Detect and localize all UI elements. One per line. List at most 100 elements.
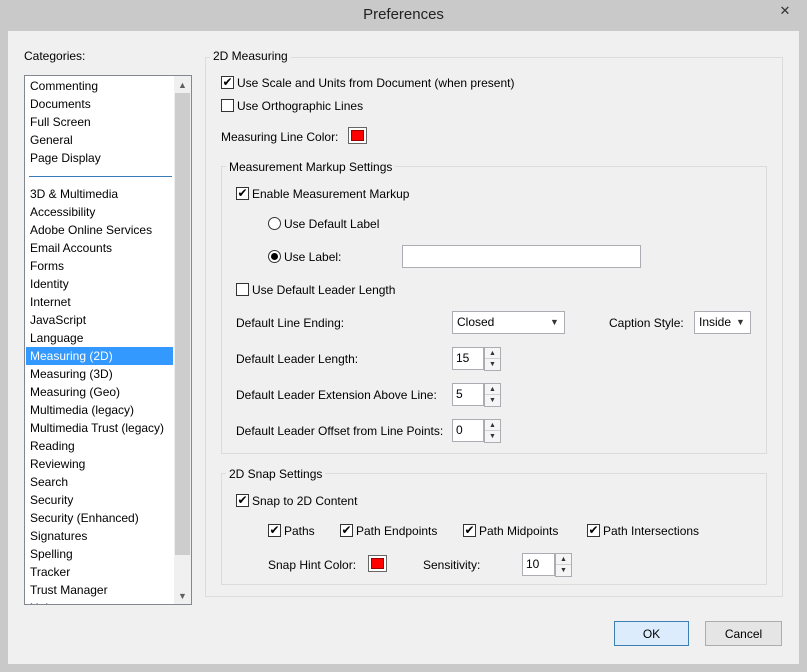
check-icon: ✔ (237, 493, 248, 507)
window-title: Preferences (363, 6, 444, 23)
hint-color-fill (371, 558, 384, 569)
use-ortho-label: Use Orthographic Lines (237, 99, 364, 113)
category-item[interactable]: Reading (26, 437, 173, 455)
category-item[interactable]: Commenting (26, 77, 173, 95)
label-input[interactable] (402, 245, 641, 268)
scroll-down-icon[interactable]: ▼ (174, 587, 191, 604)
category-item[interactable]: Forms (26, 257, 173, 275)
category-item[interactable]: Measuring (2D) (26, 347, 173, 365)
category-item[interactable]: Signatures (26, 527, 173, 545)
caption-style-select[interactable]: Inside ▼ (694, 311, 751, 334)
check-icon: ✔ (464, 523, 475, 537)
default-label-radio[interactable] (268, 217, 281, 230)
spin-down-icon[interactable]: ▼ (485, 359, 500, 370)
categories-list[interactable]: Commenting Documents Full Screen General Pag… (24, 75, 192, 605)
check-icon: ✔ (341, 523, 352, 537)
use-label-option: Use Label: (284, 250, 342, 264)
snap-checkbox[interactable]: ✔ (236, 494, 249, 507)
category-item[interactable]: Internet (26, 293, 173, 311)
sensitivity-input[interactable]: 10 (522, 553, 555, 576)
use-ortho-checkbox[interactable] (221, 99, 234, 112)
hint-color-label: Snap Hint Color: (268, 558, 357, 572)
line-ending-label: Default Line Ending: (236, 316, 345, 330)
cancel-button[interactable]: Cancel (705, 621, 782, 646)
leader-ext-label: Default Leader Extension Above Line: (236, 388, 437, 402)
endpoints-label: Path Endpoints (356, 524, 438, 538)
caption-style-value: Inside (699, 315, 732, 329)
category-item[interactable]: Email Accounts (26, 239, 173, 257)
leader-length-spinner[interactable]: ▲ ▼ (484, 347, 501, 371)
category-item[interactable]: Reviewing (26, 455, 173, 473)
default-label-option: Use Default Label (284, 217, 380, 231)
spin-up-icon[interactable]: ▲ (556, 554, 571, 565)
use-scale-label: Use Scale and Units from Document (when … (237, 76, 515, 90)
sensitivity-label: Sensitivity: (423, 558, 481, 572)
check-icon: ✔ (222, 75, 233, 89)
line-color-swatch[interactable] (348, 127, 367, 144)
sensitivity-spinner[interactable]: ▲ ▼ (555, 553, 572, 577)
measuring-group-title: 2D Measuring (210, 49, 291, 63)
leader-offset-spinner[interactable]: ▲ ▼ (484, 419, 501, 443)
midpoints-label: Path Midpoints (479, 524, 559, 538)
leader-length-checkbox-label: Use Default Leader Length (252, 283, 396, 297)
enable-markup-checkbox[interactable]: ✔ (236, 187, 249, 200)
category-item[interactable]: Language (26, 329, 173, 347)
markup-group (221, 166, 767, 454)
close-icon[interactable]: ✕ (780, 3, 791, 19)
line-ending-value: Closed (457, 315, 495, 329)
chevron-down-icon[interactable]: ▼ (547, 314, 562, 331)
category-item[interactable]: Tracker (26, 563, 173, 581)
line-ending-select[interactable]: Closed ▼ (452, 311, 565, 334)
category-item[interactable]: Spelling (26, 545, 173, 563)
caption-style-label: Caption Style: (609, 316, 684, 330)
paths-checkbox[interactable]: ✔ (268, 524, 281, 537)
category-item[interactable]: Accessibility (26, 203, 173, 221)
category-item[interactable]: Identity (26, 275, 173, 293)
category-item[interactable]: Measuring (Geo) (26, 383, 173, 401)
category-item[interactable]: Search (26, 473, 173, 491)
category-item[interactable]: 3D & Multimedia (26, 185, 173, 203)
category-item[interactable]: Multimedia Trust (legacy) (26, 419, 173, 437)
midpoints-checkbox[interactable]: ✔ (463, 524, 476, 537)
scrollbar-thumb[interactable] (175, 93, 190, 555)
category-item[interactable]: Page Display (26, 149, 173, 167)
category-item[interactable]: General (26, 131, 173, 149)
category-item[interactable]: Full Screen (26, 113, 173, 131)
spin-up-icon[interactable]: ▲ (485, 348, 500, 359)
list-separator (29, 176, 172, 177)
ok-button[interactable]: OK (614, 621, 689, 646)
category-item[interactable]: Documents (26, 95, 173, 113)
leader-length-checkbox[interactable] (236, 283, 249, 296)
snap-label: Snap to 2D Content (252, 494, 358, 508)
category-item[interactable]: Units (26, 599, 173, 604)
leader-ext-input[interactable]: 5 (452, 383, 484, 406)
check-icon: ✔ (269, 523, 280, 537)
scroll-up-icon[interactable]: ▲ (174, 76, 191, 93)
category-item[interactable]: Security (Enhanced) (26, 509, 173, 527)
intersections-label: Path Intersections (603, 524, 700, 538)
category-item[interactable]: Multimedia (legacy) (26, 401, 173, 419)
chevron-down-icon[interactable]: ▼ (733, 314, 748, 331)
categories-scrollbar[interactable]: ▲ ▼ (174, 76, 191, 604)
check-icon: ✔ (588, 523, 599, 537)
leader-offset-input[interactable]: 0 (452, 419, 484, 442)
endpoints-checkbox[interactable]: ✔ (340, 524, 353, 537)
category-item[interactable]: Measuring (3D) (26, 365, 173, 383)
spin-up-icon[interactable]: ▲ (485, 384, 500, 395)
use-scale-checkbox[interactable]: ✔ (221, 76, 234, 89)
category-item[interactable]: JavaScript (26, 311, 173, 329)
leader-length-input[interactable]: 15 (452, 347, 484, 370)
leader-ext-spinner[interactable]: ▲ ▼ (484, 383, 501, 407)
intersections-checkbox[interactable]: ✔ (587, 524, 600, 537)
category-item[interactable]: Adobe Online Services (26, 221, 173, 239)
spin-down-icon[interactable]: ▼ (556, 565, 571, 576)
use-label-radio[interactable] (268, 250, 281, 263)
hint-color-swatch[interactable] (368, 555, 387, 572)
spin-down-icon[interactable]: ▼ (485, 431, 500, 442)
spin-up-icon[interactable]: ▲ (485, 420, 500, 431)
close-button[interactable]: ✕ (769, 1, 801, 20)
category-item[interactable]: Security (26, 491, 173, 509)
category-item[interactable]: Trust Manager (26, 581, 173, 599)
spin-down-icon[interactable]: ▼ (485, 395, 500, 406)
categories-label: Categories: (24, 49, 86, 63)
